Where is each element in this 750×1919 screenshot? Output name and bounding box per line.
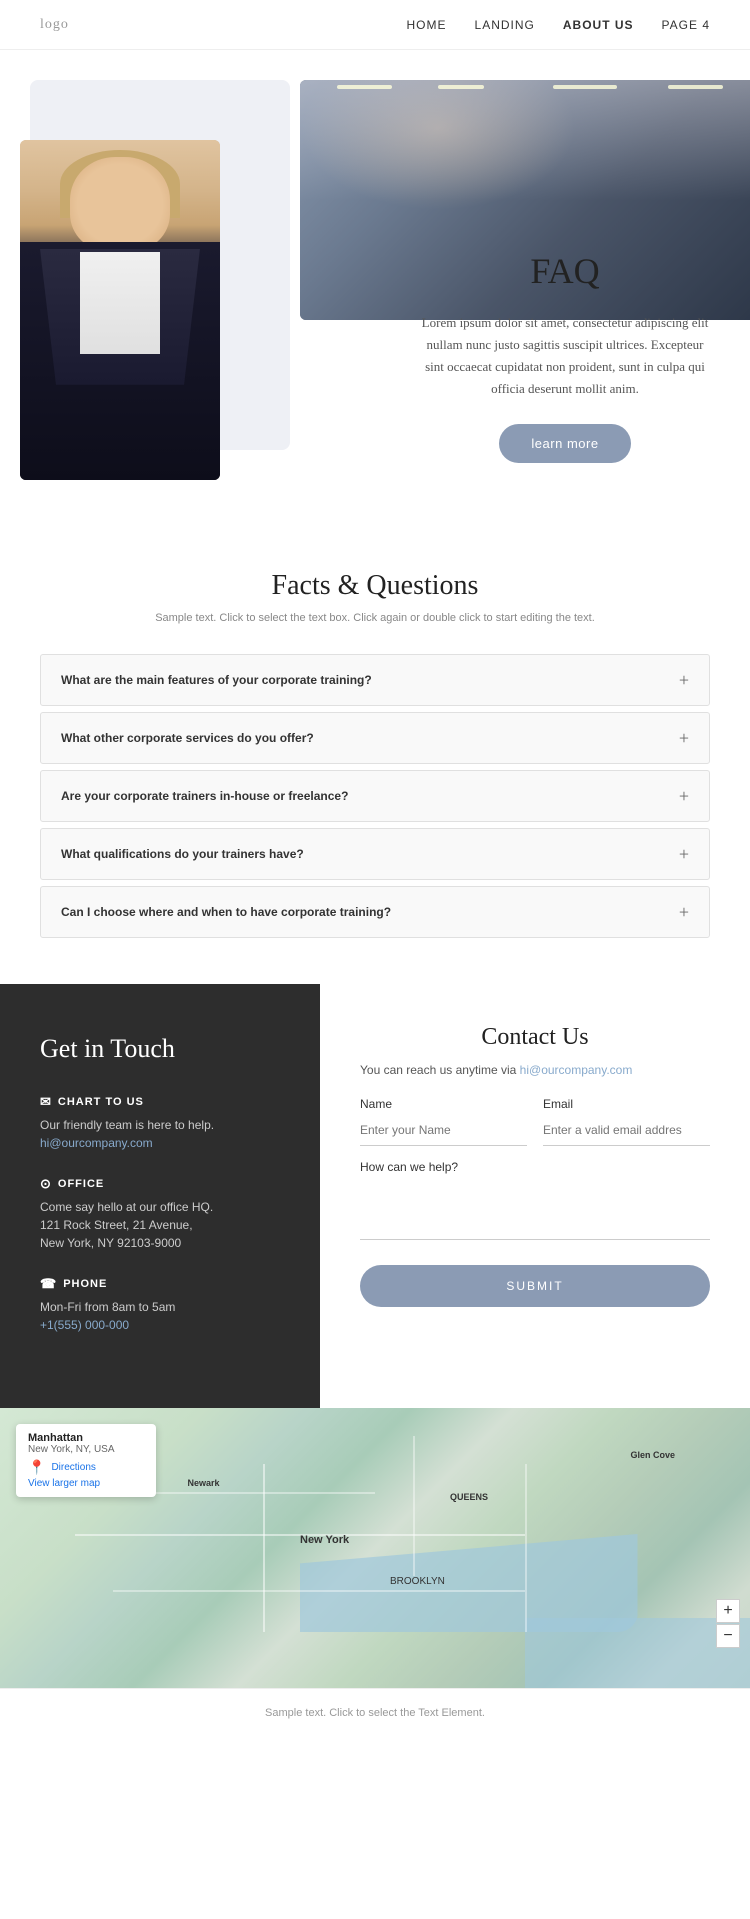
learn-more-button[interactable]: learn more xyxy=(499,424,630,463)
footer-bar: Sample text. Click to select the Text El… xyxy=(0,1688,750,1735)
hero-title: FAQ xyxy=(420,250,710,292)
contact-phone-number[interactable]: +1(555) 000-000 xyxy=(40,1318,129,1332)
footer-text: Sample text. Click to select the Text El… xyxy=(265,1707,485,1719)
hero-portrait-inner xyxy=(20,140,220,480)
navigation: logo HOME LANDING ABOUT US PAGE 4 xyxy=(0,0,750,50)
faq-item-3[interactable]: Are your corporate trainers in-house or … xyxy=(40,770,710,822)
faq-item-4[interactable]: What qualifications do your trainers hav… xyxy=(40,828,710,880)
faq-expand-icon-4: + xyxy=(679,845,689,863)
faq-question-4: What qualifications do your trainers hav… xyxy=(61,847,304,861)
contact-phone-desc: Mon-Fri from 8am to 5am xyxy=(40,1298,280,1316)
map-queens-label: QUEENS xyxy=(450,1492,488,1502)
map-section: New York BROOKLYN QUEENS Newark Glen Cov… xyxy=(0,1408,750,1688)
contact-office-label: ⊙ OFFICE xyxy=(40,1176,280,1192)
map-info-box: Manhattan New York, NY, USA 📍 Directions… xyxy=(16,1424,156,1497)
map-background: New York BROOKLYN QUEENS Newark Glen Cov… xyxy=(0,1408,750,1688)
hero-description: Lorem ipsum dolor sit amet, consectetur … xyxy=(420,312,710,400)
name-label: Name xyxy=(360,1097,527,1111)
faq-section: Facts & Questions Sample text. Click to … xyxy=(0,510,750,984)
contact-office-item: ⊙ OFFICE Come say hello at our office HQ… xyxy=(40,1176,280,1252)
hero-portrait-image xyxy=(20,140,220,480)
map-zoom-controls: + − xyxy=(716,1599,740,1648)
contact-phone-item: ☎ PHONE Mon-Fri from 8am to 5am +1(555) … xyxy=(40,1276,280,1334)
contact-right-panel: Contact Us You can reach us anytime via … xyxy=(320,984,750,1408)
nav-links: HOME LANDING ABOUT US PAGE 4 xyxy=(407,18,710,32)
portrait-face xyxy=(70,157,170,252)
hero-section: FAQ Lorem ipsum dolor sit amet, consecte… xyxy=(0,50,750,480)
office-light-2 xyxy=(438,85,484,89)
faq-question-5: Can I choose where and when to have corp… xyxy=(61,905,391,919)
faq-expand-icon-5: + xyxy=(679,903,689,921)
contact-chart-item: ✉ CHART TO US Our friendly team is here … xyxy=(40,1094,280,1152)
map-road-5 xyxy=(525,1464,527,1632)
faq-expand-icon-3: + xyxy=(679,787,689,805)
faq-title: Facts & Questions xyxy=(40,570,710,602)
email-icon: ✉ xyxy=(40,1094,52,1110)
faq-expand-icon-1: + xyxy=(679,671,689,689)
map-larger-link[interactable]: View larger map xyxy=(28,1478,144,1489)
contact-office-desc: Come say hello at our office HQ.121 Rock… xyxy=(40,1198,280,1252)
faq-question-3: Are your corporate trainers in-house or … xyxy=(61,789,348,803)
map-directions-link[interactable]: Directions xyxy=(51,1462,95,1473)
faq-expand-icon-2: + xyxy=(679,729,689,747)
map-zoom-out-button[interactable]: − xyxy=(716,1624,740,1648)
phone-icon: ☎ xyxy=(40,1276,57,1292)
portrait-blouse xyxy=(80,252,160,354)
contact-chart-desc: Our friendly team is here to help. xyxy=(40,1116,280,1134)
contact-phone-label: ☎ PHONE xyxy=(40,1276,280,1292)
faq-question-2: What other corporate services do you off… xyxy=(61,731,314,745)
contact-right-desc: You can reach us anytime via hi@ourcompa… xyxy=(360,1063,710,1077)
name-field-group: Name xyxy=(360,1097,527,1146)
contact-chart-email[interactable]: hi@ourcompany.com xyxy=(40,1136,153,1150)
office-light-4 xyxy=(668,85,723,89)
nav-landing[interactable]: LANDING xyxy=(475,18,535,32)
map-place-name: Manhattan xyxy=(28,1432,144,1444)
hero-text: FAQ Lorem ipsum dolor sit amet, consecte… xyxy=(420,250,710,463)
nav-about[interactable]: ABOUT US xyxy=(563,18,634,32)
map-road-4 xyxy=(413,1436,415,1576)
map-glen-cove-label: Glen Cove xyxy=(630,1450,675,1460)
submit-button[interactable]: SUBMIT xyxy=(360,1265,710,1307)
email-input[interactable] xyxy=(543,1115,710,1146)
map-city-label: New York xyxy=(300,1534,349,1546)
help-textarea[interactable] xyxy=(360,1180,710,1240)
logo: logo xyxy=(40,17,69,33)
contact-left-title: Get in Touch xyxy=(40,1034,280,1064)
nav-home[interactable]: HOME xyxy=(407,18,447,32)
faq-item-2[interactable]: What other corporate services do you off… xyxy=(40,712,710,764)
location-icon: ⊙ xyxy=(40,1176,52,1192)
contact-section: Get in Touch ✉ CHART TO US Our friendly … xyxy=(0,984,750,1408)
email-label: Email xyxy=(543,1097,710,1111)
faq-question-1: What are the main features of your corpo… xyxy=(61,673,372,687)
faq-item-5[interactable]: Can I choose where and when to have corp… xyxy=(40,886,710,938)
help-label: How can we help? xyxy=(360,1160,710,1174)
email-field-group: Email xyxy=(543,1097,710,1146)
nav-page4[interactable]: PAGE 4 xyxy=(662,18,710,32)
office-light-3 xyxy=(553,85,617,89)
contact-email-link[interactable]: hi@ourcompany.com xyxy=(520,1063,633,1077)
map-road-vertical xyxy=(263,1464,265,1632)
faq-item-1[interactable]: What are the main features of your corpo… xyxy=(40,654,710,706)
name-input[interactable] xyxy=(360,1115,527,1146)
map-road-3 xyxy=(113,1590,526,1592)
map-zoom-in-button[interactable]: + xyxy=(716,1599,740,1623)
map-address: New York, NY, USA xyxy=(28,1444,144,1455)
contact-left-panel: Get in Touch ✉ CHART TO US Our friendly … xyxy=(0,984,320,1408)
help-field-group: How can we help? xyxy=(360,1160,710,1245)
faq-subtitle: Sample text. Click to select the text bo… xyxy=(40,612,710,624)
map-newark-label: Newark xyxy=(188,1478,220,1488)
contact-right-title: Contact Us xyxy=(360,1024,710,1051)
office-light-1 xyxy=(337,85,392,89)
contact-chart-label: ✉ CHART TO US xyxy=(40,1094,280,1110)
contact-form-row-1: Name Email xyxy=(360,1097,710,1146)
map-brooklyn-label: BROOKLYN xyxy=(390,1576,445,1587)
map-pin-icon: 📍 xyxy=(28,1459,45,1476)
